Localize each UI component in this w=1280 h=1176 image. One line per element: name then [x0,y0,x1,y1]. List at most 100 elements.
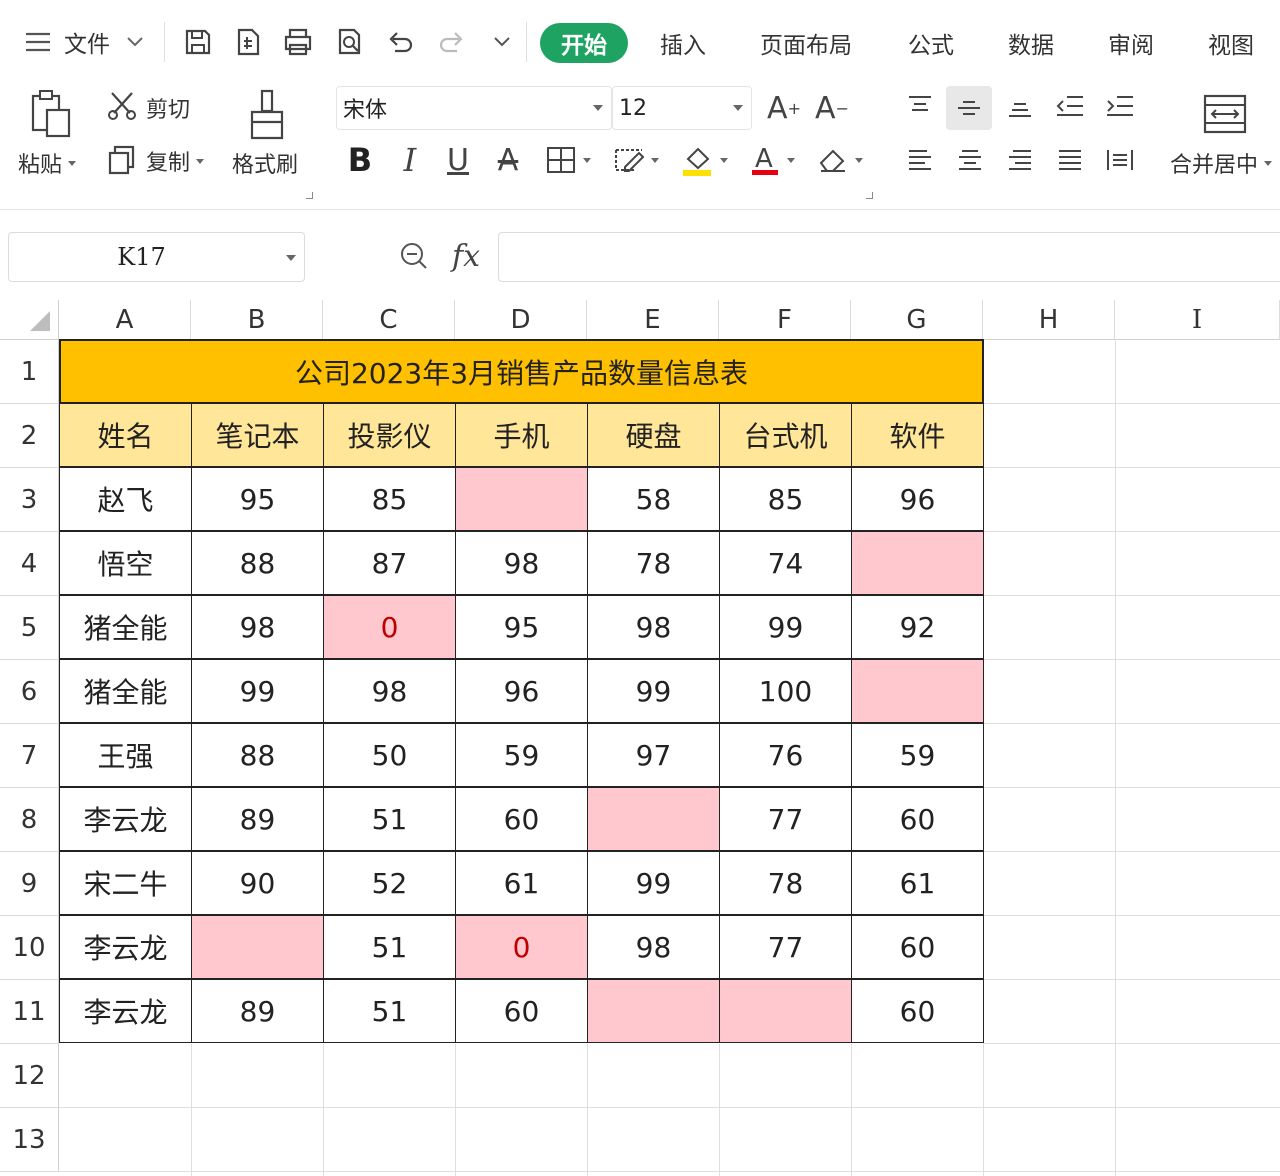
data-cell[interactable]: 88 [191,723,324,787]
data-cell[interactable]: 95 [455,595,588,659]
fill-color-icon[interactable] [676,140,732,180]
data-cell[interactable]: 76 [719,723,852,787]
row-header-5[interactable]: 5 [0,596,59,660]
data-cell[interactable]: 99 [587,851,720,915]
header-cell-desktop[interactable]: 台式机 [719,403,852,467]
data-cell[interactable]: 99 [719,595,852,659]
undo-icon[interactable] [380,20,420,64]
format-painter-icon[interactable] [244,86,290,142]
data-cell[interactable]: 李云龙 [59,915,192,979]
highlighted-empty-cell[interactable] [851,659,984,723]
decrease-font-size-icon[interactable]: A− [814,88,850,128]
row-header-2[interactable]: 2 [0,404,59,468]
align-bottom-icon[interactable] [1000,86,1040,126]
font-color-icon[interactable]: A [744,140,800,180]
highlighted-empty-cell[interactable] [851,531,984,595]
underline-icon[interactable]: U [440,140,476,180]
file-menu[interactable]: 文件 [64,22,144,62]
data-cell[interactable]: 61 [455,851,588,915]
print-icon[interactable] [278,20,318,64]
column-header-e[interactable]: E [587,300,719,340]
name-box[interactable]: K17 [8,232,305,282]
row-header-10[interactable]: 10 [0,916,59,980]
column-header-f[interactable]: F [719,300,851,340]
column-header-g[interactable]: G [851,300,983,340]
data-cell[interactable]: 78 [587,531,720,595]
data-cell[interactable]: 51 [323,979,456,1043]
data-cell[interactable]: 李云龙 [59,787,192,851]
cell-style-icon[interactable] [608,140,664,180]
zoom-formula-icon[interactable] [394,234,434,278]
data-cell[interactable]: 100 [719,659,852,723]
row-header-11[interactable]: 11 [0,980,59,1044]
font-size-select[interactable]: 12 [612,86,752,130]
data-cell[interactable]: 51 [323,915,456,979]
row-header-9[interactable]: 9 [0,852,59,916]
data-cell[interactable]: 89 [191,979,324,1043]
row-header-1[interactable]: 1 [0,340,59,404]
row-header-8[interactable]: 8 [0,788,59,852]
row-header-4[interactable]: 4 [0,532,59,596]
data-cell[interactable]: 78 [719,851,852,915]
merge-center-button[interactable]: 合并居中 [1170,146,1272,180]
cut-button[interactable]: 剪切 [146,92,190,124]
row-header-12[interactable]: 12 [0,1044,59,1108]
data-cell[interactable]: 74 [719,531,852,595]
row-header-13[interactable]: 13 [0,1108,59,1172]
header-cell-name[interactable]: 姓名 [59,403,192,467]
borders-icon[interactable] [540,140,596,180]
row-header-6[interactable]: 6 [0,660,59,724]
tab-home[interactable]: 开始 [540,23,628,63]
data-cell[interactable]: 猪全能 [59,659,192,723]
tab-data[interactable]: 数据 [1008,22,1054,64]
clear-format-icon[interactable] [812,140,868,180]
data-cell[interactable]: 90 [191,851,324,915]
data-cell[interactable]: 60 [851,979,984,1043]
copy-button[interactable]: 复制 [146,144,204,178]
highlighted-empty-cell[interactable] [191,915,324,979]
paste-button[interactable]: 粘贴 [18,146,76,180]
print-preview-icon[interactable] [330,20,370,64]
data-cell[interactable]: 97 [587,723,720,787]
data-cell[interactable]: 96 [851,467,984,531]
data-cell[interactable]: 王强 [59,723,192,787]
data-cell[interactable]: 98 [587,595,720,659]
row-header-7[interactable]: 7 [0,724,59,788]
data-cell[interactable]: 85 [719,467,852,531]
data-cell[interactable]: 98 [455,531,588,595]
group-expand-icon[interactable] [866,192,873,199]
data-cell[interactable]: 98 [587,915,720,979]
data-cell[interactable]: 98 [191,595,324,659]
data-cell[interactable]: 60 [851,915,984,979]
header-cell-projector[interactable]: 投影仪 [323,403,456,467]
paste-icon[interactable] [24,86,76,142]
bold-icon[interactable]: B [342,140,378,180]
quick-access-dropdown-icon[interactable] [482,20,522,64]
data-cell[interactable]: 60 [455,979,588,1043]
align-top-icon[interactable] [900,86,940,126]
column-header-i[interactable]: I [1115,300,1280,340]
copy-icon[interactable] [104,142,140,178]
data-cell[interactable]: 李云龙 [59,979,192,1043]
insert-function-button[interactable]: fx [444,234,488,278]
header-cell-phone[interactable]: 手机 [455,403,588,467]
align-right-icon[interactable] [1000,140,1040,180]
merge-center-icon[interactable] [1200,90,1250,138]
highlighted-empty-cell[interactable] [587,787,720,851]
sheet-title-cell[interactable]: 公司2023年3月销售产品数量信息表 [59,339,984,404]
column-header-d[interactable]: D [455,300,587,340]
data-cell[interactable]: 60 [455,787,588,851]
strikethrough-icon[interactable]: A [490,140,526,180]
align-center-icon[interactable] [950,140,990,180]
data-cell[interactable]: 99 [587,659,720,723]
data-cell[interactable]: 51 [323,787,456,851]
column-header-a[interactable]: A [59,300,191,340]
data-cell[interactable]: 59 [455,723,588,787]
column-header-h[interactable]: H [983,300,1115,340]
data-cell[interactable]: 60 [851,787,984,851]
data-cell[interactable]: 85 [323,467,456,531]
italic-icon[interactable]: I [392,140,428,180]
data-cell[interactable]: 宋二牛 [59,851,192,915]
data-cell[interactable]: 59 [851,723,984,787]
data-cell[interactable]: 92 [851,595,984,659]
